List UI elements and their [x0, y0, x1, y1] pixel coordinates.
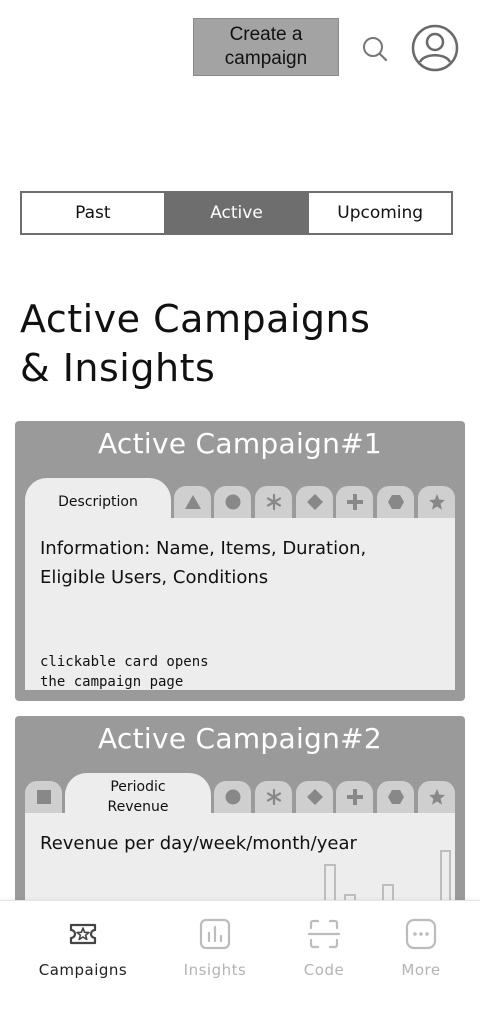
page-title-line-2: & Insights — [20, 346, 216, 390]
page-title: Active Campaigns & Insights — [20, 295, 460, 393]
nav-more[interactable]: More — [371, 917, 471, 979]
note-line-1: clickable card opens — [40, 654, 209, 670]
card-tabs: Description — [25, 478, 455, 526]
more-dots-icon — [405, 918, 437, 950]
card-tabs: Periodic Revenue — [25, 773, 455, 821]
tab-upcoming[interactable]: Upcoming — [307, 193, 451, 233]
create-campaign-button[interactable]: Create a campaign — [193, 18, 339, 76]
tab-periodic-revenue-label: Periodic Revenue — [108, 777, 169, 817]
info-line-1: Information: Name, Items, Duration, — [40, 538, 367, 559]
nav-insights[interactable]: Insights — [165, 917, 265, 979]
tab-active[interactable]: Active — [163, 193, 308, 233]
search-icon[interactable] — [360, 34, 390, 64]
bottom-navigation: Campaigns Insights Code More — [0, 900, 480, 1015]
scan-code-icon — [307, 919, 341, 949]
page-title-line-1: Active Campaigns — [20, 297, 371, 341]
nav-code-label: Code — [303, 961, 345, 979]
app-header: Create a campaign — [0, 0, 480, 90]
nav-insights-label: Insights — [183, 961, 247, 979]
campaign-filter-tabs: Past Active Upcoming — [20, 191, 453, 235]
campaign-card-title: Active Campaign#1 — [97, 427, 383, 460]
campaign-info-text: Information: Name, Items, Duration, Elig… — [40, 534, 440, 592]
nav-code[interactable]: Code — [274, 917, 374, 979]
campaign-card-1[interactable]: Active Campaign#1 Description Informatio… — [15, 421, 465, 701]
nav-campaigns-label: Campaigns — [38, 961, 128, 979]
tab-past[interactable]: Past — [22, 193, 164, 233]
campaign-card-2[interactable]: Active Campaign#2 Periodic Revenue Reven… — [15, 716, 465, 916]
tab-description-label: Description — [58, 494, 138, 510]
avatar-icon[interactable] — [411, 24, 459, 72]
create-campaign-label: Create a campaign — [224, 24, 308, 69]
nav-campaigns[interactable]: Campaigns — [33, 917, 133, 979]
card-body: Information: Name, Items, Duration, Elig… — [25, 518, 455, 690]
tab-label-line-1: Periodic — [110, 779, 166, 795]
campaign-card-title: Active Campaign#2 — [97, 722, 383, 755]
card-note: clickable card opens the campaign page — [40, 652, 420, 692]
nav-more-label: More — [401, 961, 441, 979]
note-line-2: the campaign page — [40, 674, 184, 690]
campaign-ticket-icon — [69, 923, 97, 945]
info-line-2: Eligible Users, Conditions — [40, 567, 269, 588]
bar-chart-icon — [199, 918, 231, 950]
